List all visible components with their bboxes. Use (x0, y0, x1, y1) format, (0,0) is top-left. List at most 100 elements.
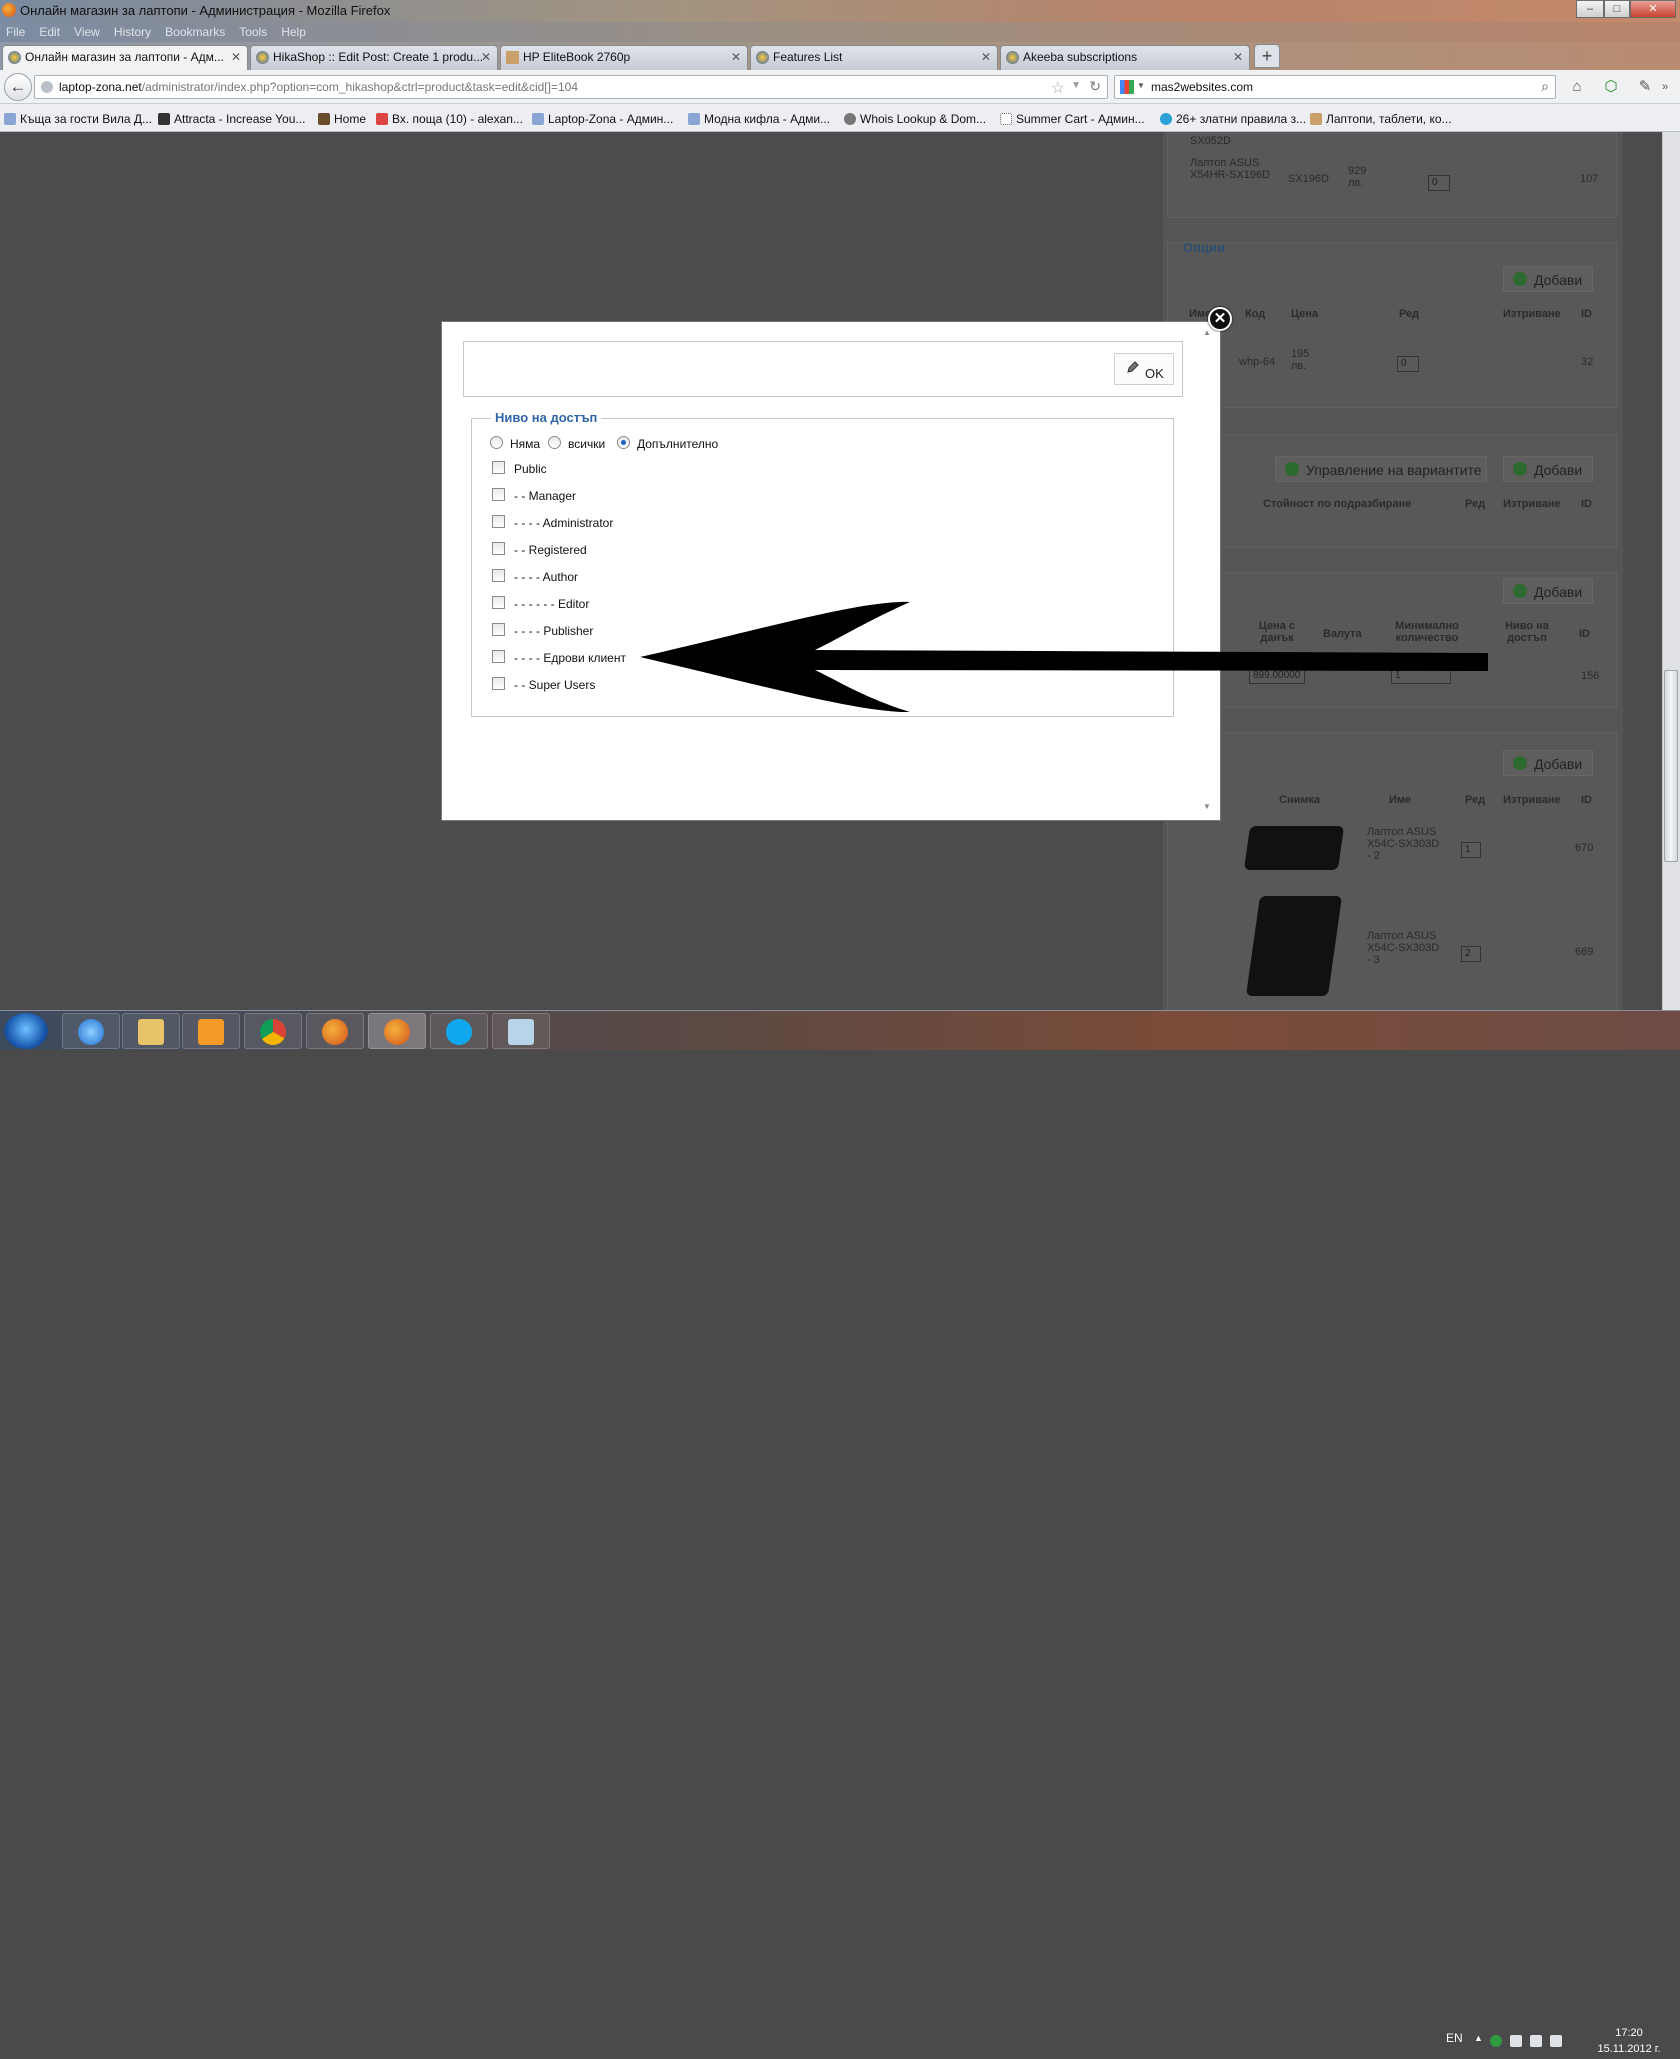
button-label: Добави (1534, 272, 1583, 288)
tab-label: Features List (773, 50, 843, 64)
checkbox-administrator[interactable] (492, 515, 505, 528)
manage-variants-button[interactable]: Управление на вариантите (1275, 456, 1487, 482)
bookmark-item[interactable]: Attracta - Increase You... (158, 112, 305, 126)
radio-none[interactable] (490, 436, 503, 449)
taskbar-firefox-1[interactable] (306, 1013, 364, 1049)
add-option-button[interactable]: Добави (1503, 266, 1593, 292)
clock-time[interactable]: 17:20 (1594, 2027, 1664, 2039)
menu-tools[interactable]: Tools (239, 22, 267, 39)
new-tab-button[interactable]: + (1254, 44, 1280, 68)
gear-icon (844, 113, 856, 125)
reload-icon[interactable]: ↻ (1089, 78, 1101, 95)
radio-custom[interactable] (617, 436, 630, 449)
gmail-icon (376, 113, 388, 125)
price-input[interactable]: 899.00000 (1249, 668, 1305, 684)
scroll-down-icon[interactable]: ▼ (1203, 802, 1211, 811)
bookmark-item[interactable]: Къща за гости Вила Д... (4, 112, 152, 126)
checkbox-super-users[interactable] (492, 677, 505, 690)
add-price-button[interactable]: Добави (1503, 578, 1593, 604)
product-code: SX196D (1288, 173, 1329, 185)
minimize-button[interactable]: – (1576, 0, 1604, 18)
order-input[interactable]: 1 (1461, 842, 1481, 858)
language-indicator[interactable]: EN (1446, 2031, 1463, 2045)
close-tab-icon[interactable]: ✕ (731, 50, 741, 64)
product-side-panel: SX052D Лаптоп ASUS X54HR-SX196D SX196D 9… (1163, 132, 1623, 1010)
network-icon[interactable] (1530, 2035, 1542, 2047)
taskbar-app[interactable] (492, 1013, 550, 1049)
laptop-thumbnail[interactable] (1243, 826, 1345, 870)
taskbar-chrome[interactable] (244, 1013, 302, 1049)
tab-admin[interactable]: Онлайн магазин за лаптопи - Адм... ✕ (2, 45, 248, 70)
page-scrollbar[interactable] (1662, 132, 1680, 1010)
bookmark-item[interactable]: Вх. поща (10) - alexan... (376, 112, 523, 126)
order-input[interactable]: 2 (1461, 946, 1481, 962)
close-tab-icon[interactable]: ✕ (481, 50, 491, 64)
modal-scrollbar[interactable]: ▲ ▼ (1198, 328, 1216, 814)
bookmark-item[interactable]: Лаптопи, таблети, ко... (1310, 112, 1452, 126)
utorrent-icon[interactable] (1490, 2035, 1502, 2047)
flag-icon[interactable] (1510, 2035, 1522, 2047)
dropdown-icon[interactable]: ▼ (1071, 80, 1081, 91)
menu-history[interactable]: History (114, 22, 151, 39)
menu-bookmarks[interactable]: Bookmarks (165, 22, 225, 39)
radio-all[interactable] (548, 436, 561, 449)
url-bar[interactable]: laptop-zona.net/administrator/index.php?… (34, 75, 1108, 99)
page-scrollbar-thumb[interactable] (1664, 670, 1678, 862)
checkbox-author[interactable] (492, 569, 505, 582)
maximize-button[interactable]: □ (1604, 0, 1630, 18)
back-button[interactable]: ← (4, 73, 32, 101)
search-icon[interactable]: ⌕ (1541, 78, 1549, 95)
close-modal-button[interactable]: ✕ (1208, 307, 1232, 331)
tab-akeeba[interactable]: Akeeba subscriptions ✕ (1000, 45, 1250, 70)
checkbox-editor[interactable] (492, 596, 505, 609)
tab-features-list[interactable]: Features List ✕ (750, 45, 998, 70)
taskbar-skype[interactable] (430, 1013, 488, 1049)
show-hidden-icons[interactable]: ▲ (1474, 2033, 1483, 2043)
bookmark-item[interactable]: Laptop-Zona - Админ... (532, 112, 673, 126)
bookmark-item[interactable]: Home (318, 112, 366, 126)
menu-help[interactable]: Help (281, 22, 306, 39)
column-header: ID (1581, 794, 1592, 806)
menu-edit[interactable]: Edit (39, 22, 60, 39)
taskbar-ie[interactable] (62, 1013, 120, 1049)
search-engine-dropdown-icon[interactable]: ▼ (1137, 81, 1145, 90)
checkbox-publisher[interactable] (492, 623, 505, 636)
checkbox-public[interactable] (492, 461, 505, 474)
search-input[interactable]: ▼ mas2websites.com ⌕ (1114, 75, 1556, 99)
start-button[interactable] (4, 1013, 48, 1049)
taskbar-firefox-2[interactable] (368, 1013, 426, 1049)
tools-icon[interactable]: ✎ (1636, 78, 1654, 96)
checkbox-wholesale-client[interactable] (492, 650, 505, 663)
bookmark-item[interactable]: Summer Cart - Админ... (1000, 112, 1145, 126)
home-icon[interactable]: ⌂ (1568, 78, 1586, 96)
overflow-icon[interactable]: » (1656, 78, 1674, 96)
add-variant-button[interactable]: Добави (1503, 456, 1593, 482)
close-tab-icon[interactable]: ✕ (1233, 50, 1243, 64)
tab-hikashop-post[interactable]: HikaShop :: Edit Post: Create 1 produ...… (250, 45, 498, 70)
taskbar-media[interactable] (182, 1013, 240, 1049)
menu-view[interactable]: View (74, 22, 100, 39)
ok-button[interactable]: OK (1114, 353, 1174, 385)
add-image-button[interactable]: Добави (1503, 750, 1593, 776)
order-input[interactable]: 0 (1428, 175, 1450, 191)
min-qty-input[interactable]: 1 (1391, 668, 1451, 684)
order-input[interactable]: 0 (1397, 356, 1419, 372)
volume-icon[interactable] (1550, 2035, 1562, 2047)
bookmark-star-icon[interactable]: ☆ (1051, 78, 1065, 98)
addon-icon[interactable]: ⬡ (1602, 78, 1620, 96)
bookmark-item[interactable]: Модна кифла - Адми... (688, 112, 830, 126)
tab-hp-elitebook[interactable]: HP EliteBook 2760p ✕ (500, 45, 748, 70)
checkbox-registered[interactable] (492, 542, 505, 555)
taskbar-explorer[interactable] (122, 1013, 180, 1049)
close-tab-icon[interactable]: ✕ (231, 50, 241, 64)
laptop-thumbnail[interactable] (1245, 896, 1343, 996)
menu-file[interactable]: File (6, 22, 25, 39)
clock-date[interactable]: 15.11.2012 г. (1594, 2043, 1664, 2055)
checkbox-manager[interactable] (492, 488, 505, 501)
bookmark-item[interactable]: Whois Lookup & Dom... (844, 112, 986, 126)
bookmark-item[interactable]: 26+ златни правила з... (1160, 112, 1306, 126)
scroll-up-icon[interactable]: ▲ (1203, 328, 1211, 337)
close-tab-icon[interactable]: ✕ (981, 50, 991, 64)
group-label: - - Manager (514, 489, 577, 503)
close-window-button[interactable]: ✕ (1630, 0, 1676, 18)
